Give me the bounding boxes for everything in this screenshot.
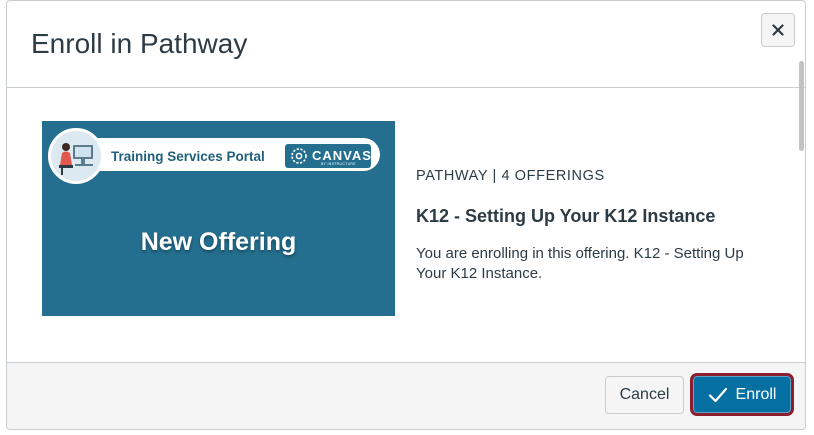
offering-banner-image: Training Services Portal CANVAS BY INSTR… — [42, 121, 395, 316]
dialog-title: Enroll in Pathway — [31, 28, 248, 59]
offering-title: K12 - Setting Up Your K12 Instance — [416, 206, 716, 226]
enroll-dialog: Enroll in Pathway Training Services Port… — [6, 0, 806, 430]
banner-headline: New Offering — [140, 228, 297, 256]
dialog-scrollbar[interactable] — [799, 61, 804, 151]
person-at-computer-icon — [48, 128, 104, 184]
checkmark-icon — [708, 387, 727, 402]
banner-portal-label: Training Services Portal — [111, 149, 265, 164]
canvas-logo: CANVAS BY INSTRUCTURE — [285, 144, 371, 168]
enroll-button[interactable]: Enroll — [690, 373, 794, 416]
dialog-footer: Cancel Enroll — [7, 362, 805, 429]
close-button[interactable] — [761, 13, 795, 47]
close-icon — [772, 24, 784, 36]
offering-meta: PATHWAY | 4 OFFERINGS — [416, 168, 605, 184]
canvas-brand-text: CANVAS — [312, 148, 372, 163]
canvas-logo-icon — [291, 148, 307, 164]
cancel-button[interactable]: Cancel — [605, 376, 684, 414]
canvas-brand-subtext: BY INSTRUCTURE — [321, 162, 356, 166]
dialog-header: Enroll in Pathway — [7, 1, 805, 88]
offering-info: PATHWAY | 4 OFFERINGS K12 - Setting Up Y… — [416, 161, 776, 284]
enroll-button-label: Enroll — [735, 385, 777, 403]
offering-description: You are enrolling in this offering. K12 … — [416, 245, 744, 282]
